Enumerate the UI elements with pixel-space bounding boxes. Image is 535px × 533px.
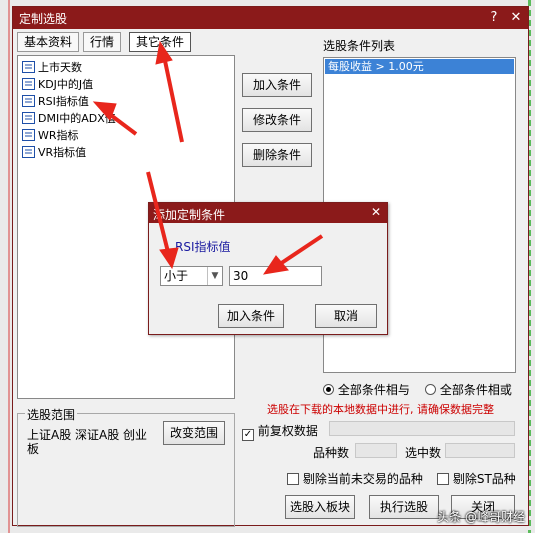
annotation-arrow — [146, 171, 170, 253]
annotation-arrows — [92, 40, 324, 275]
annotation-arrow — [162, 55, 184, 143]
annotation-arrow — [278, 234, 324, 266]
annotation-arrowhead — [155, 40, 173, 65]
watermark: 头条 @峰哥财经 — [437, 510, 525, 524]
annotation-arrowhead — [159, 247, 179, 270]
